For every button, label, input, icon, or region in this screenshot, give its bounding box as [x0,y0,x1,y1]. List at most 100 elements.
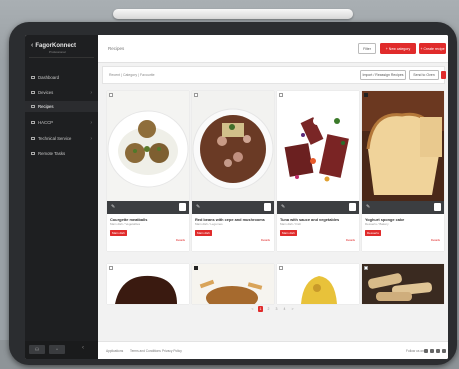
chevron-right-icon: › [90,89,92,96]
recipe-photo [192,91,274,201]
logo-subtitle: Professional [49,50,66,54]
recipe-category: Main dish / Vegetables [110,222,141,226]
page-button-2[interactable]: 2 [266,307,271,311]
select-checkbox[interactable] [109,93,113,97]
footer-link-terms[interactable]: Terms and Conditions [130,349,161,353]
edit-icon[interactable]: ✎ [196,204,200,210]
page-button-3[interactable]: 3 [274,307,279,311]
divider [29,57,94,58]
select-checkbox[interactable] [364,266,368,270]
stylus-pencil [113,9,353,19]
social-icon[interactable] [436,349,440,353]
sidebar-item-label: Dashboard [38,75,60,80]
tablet-screen: ‹ FagorKonnect Professional Dashboard De… [25,35,448,359]
more-icon[interactable] [179,203,186,211]
recipe-card[interactable] [362,264,444,304]
sidebar-item-recipes[interactable]: Recipes [25,101,98,112]
more-icon[interactable] [434,203,441,211]
social-icon[interactable] [424,349,428,353]
pagination: < 1 2 3 4 > [250,305,310,312]
new-category-button[interactable]: + New category [380,43,416,54]
footer-link-privacy[interactable]: Privacy Policy [162,349,182,353]
next-page-button[interactable]: > [290,307,295,311]
filter-button[interactable]: Filter [358,43,376,54]
recipe-card[interactable]: ✎ Courgette meatballs Main dish / Vegeta… [107,91,189,251]
edit-icon[interactable]: ✎ [281,204,285,210]
edit-icon[interactable]: ✎ [111,204,115,210]
sidebar-item-haccp[interactable]: HACCP › [25,117,98,128]
recipe-photo [107,264,189,304]
social-icon[interactable] [430,349,434,353]
card-action-bar: ✎ [362,201,444,214]
social-icon[interactable] [442,349,446,353]
details-link[interactable]: Details [431,238,440,242]
import-recipes-button[interactable]: Import / Reassign Recipes [360,70,406,80]
page-button-4[interactable]: 4 [282,307,287,311]
recipe-photo [277,91,359,201]
recipe-card[interactable]: ✎ Red beans with cepe and mushrooms Main… [192,91,274,251]
prev-page-button[interactable]: < [250,307,255,311]
recipe-category: Main dish / Fish [280,222,302,226]
sidebar-item-remote-tasks[interactable]: Remote Tasks [25,148,98,159]
footer-follow-text: Follow us on [406,349,424,353]
settings-icon[interactable]: ▫ [49,345,65,354]
recipe-photo [362,91,444,201]
user-icon[interactable]: ⚇ [29,345,45,354]
sidebar-item-devices[interactable]: Devices › [25,87,98,98]
recipe-tag: Main dish [110,230,127,236]
recipe-card[interactable]: ✎ Yoghurt sponge cake Desserts / Bakery … [362,91,444,251]
recipe-tag: Main dish [280,230,297,236]
recipe-tag: Desserts [365,230,381,236]
page-header: Recipes Filter + New category + Create r… [98,35,448,63]
recipe-card[interactable] [277,264,359,304]
recipe-card[interactable] [192,264,274,304]
create-recipe-button[interactable]: + Create recipe [419,43,446,54]
delete-icon[interactable] [441,71,446,79]
sidebar-item-label: Devices [38,90,54,95]
recipe-tag: Main dish [195,230,212,236]
page-button-1[interactable]: 1 [258,305,263,312]
more-icon[interactable] [264,203,271,211]
recipe-photo [362,264,444,304]
more-icon[interactable] [349,203,356,211]
recipes-toolbar: Recent | Category | Favourite Import / R… [102,66,446,84]
sidebar-item-label: Recipes [38,104,54,109]
footer-link-applications[interactable]: Applications [106,349,123,353]
recipe-photo [277,264,359,304]
dashboard-icon [31,76,35,79]
send-to-oven-button[interactable]: Send to Oven [409,70,439,80]
card-action-bar: ✎ [107,201,189,214]
devices-icon [31,91,35,94]
edit-icon[interactable]: ✎ [366,204,370,210]
sidebar: ‹ FagorKonnect Professional Dashboard De… [25,35,98,359]
select-checkbox[interactable] [109,266,113,270]
wrench-icon [31,137,35,140]
recipe-card[interactable]: ✎ Tuna with sauce and vegetables Main di… [277,91,359,251]
haccp-icon [31,121,35,124]
details-link[interactable]: Details [261,238,270,242]
recipes-icon [31,105,35,108]
select-checkbox[interactable] [279,266,283,270]
sidebar-item-technical-service[interactable]: Technical Service › [25,133,98,144]
sidebar-item-label: Remote Tasks [38,151,66,156]
recipe-card[interactable] [107,264,189,304]
sidebar-item-dashboard[interactable]: Dashboard [25,72,98,83]
select-checkbox[interactable] [194,266,198,270]
select-checkbox[interactable] [279,93,283,97]
card-action-bar: ✎ [277,201,359,214]
sidebar-item-label: Technical Service [38,136,72,141]
tasks-icon [31,152,35,155]
main-content: Recipes Filter + New category + Create r… [98,35,448,359]
chevron-right-icon: › [90,119,92,126]
recipe-category: Desserts / Bakery [365,222,389,226]
details-link[interactable]: Details [346,238,355,242]
collapse-sidebar-icon[interactable]: ‹ [82,345,84,351]
select-checkbox[interactable] [194,93,198,97]
card-action-bar: ✎ [192,201,274,214]
filter-tabs[interactable]: Recent | Category | Favourite [109,73,155,77]
details-link[interactable]: Details [176,238,185,242]
select-checkbox[interactable] [364,93,368,97]
recipe-photo [192,264,274,304]
logo-chevron-icon: ‹ [31,42,34,49]
app-logo[interactable]: ‹ FagorKonnect [31,42,76,49]
